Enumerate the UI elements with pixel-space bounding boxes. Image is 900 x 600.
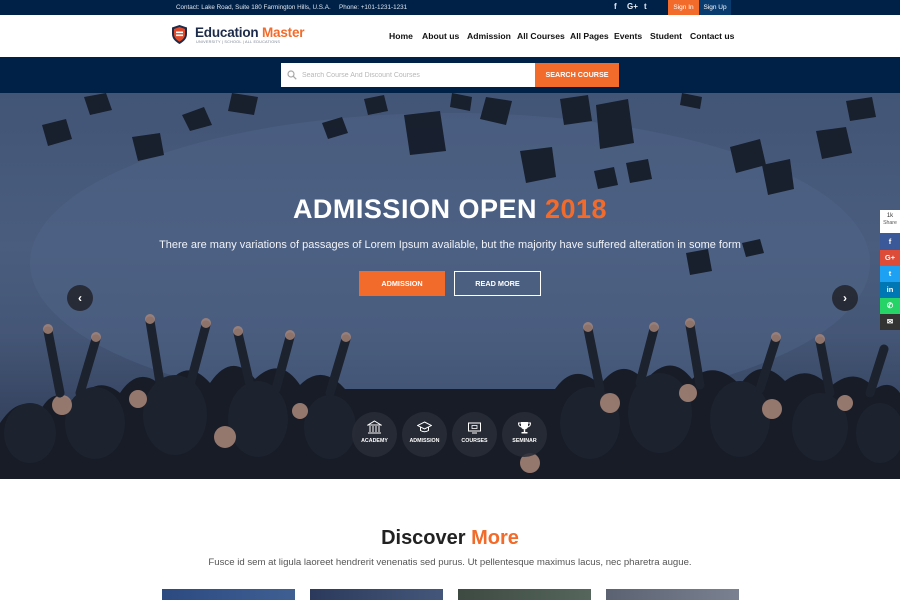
read-more-button[interactable]: READ MORE [454,271,541,296]
hero-slider: ADMISSION OPEN 2018 There are many varia… [0,93,900,479]
contact-address: Contact: Lake Road, Suite 180 Farmington… [176,4,331,11]
share-google-plus-button[interactable]: G+ [880,250,900,266]
logo-tagline: UNIVERSITY | SCHOOL | ALL EDUCATIONS [196,40,281,44]
search-input[interactable] [302,63,530,87]
nav-all-pages[interactable]: All Pages [570,31,609,41]
discover-card-image[interactable] [310,589,443,600]
twitter-icon: t [888,269,892,278]
quick-link-courses[interactable]: COURSES [452,412,497,457]
discover-card-image[interactable] [458,589,591,600]
facebook-icon[interactable]: f [614,2,617,11]
graduation-cap-icon [417,421,432,433]
share-twitter-button[interactable]: t [880,266,900,282]
hero-title: ADMISSION OPEN 2018 [0,194,900,225]
contact-phone: Phone: +101-1231-1231 [339,4,408,11]
share-count-label: Share [883,220,897,226]
twitter-icon[interactable]: t [644,2,647,11]
discover-card-image[interactable] [606,589,739,600]
logo-title-main: Education [195,25,263,40]
quick-link-admission[interactable]: ADMISSION [402,412,447,457]
discover-title-main: Discover [381,527,472,549]
whatsapp-icon: ✆ [886,301,894,310]
logo-title[interactable]: Education Master [195,25,305,40]
admission-button[interactable]: ADMISSION [359,271,445,296]
quick-link-label: COURSES [461,438,488,444]
nav-contact-us[interactable]: Contact us [690,31,734,41]
discover-card-image[interactable] [162,589,295,600]
nav-events[interactable]: Events [614,31,642,41]
nav-all-courses[interactable]: All Courses [517,31,565,41]
google-plus-icon[interactable]: G+ [627,2,638,11]
facebook-icon: f [888,237,892,246]
hero-background-image [0,93,900,479]
nav-student[interactable]: Student [650,31,682,41]
share-email-button[interactable]: ✉ [880,314,900,330]
logo-title-accent: Master [262,25,305,40]
quick-link-label: ACADEMY [361,438,388,444]
email-icon: ✉ [886,317,894,326]
share-whatsapp-button[interactable]: ✆ [880,298,900,314]
trophy-icon [517,422,532,434]
sign-in-button[interactable]: Sign In [668,0,699,15]
chevron-left-icon: ‹ [78,291,82,305]
hero-title-main: ADMISSION OPEN [292,194,545,224]
quick-link-academy[interactable]: ACADEMY [352,412,397,457]
top-bar: Contact: Lake Road, Suite 180 Farmington… [0,0,900,15]
share-count-value: 1k [886,213,894,219]
hero-subtitle: There are many variations of passages of… [159,239,741,251]
nav-home[interactable]: Home [389,31,413,41]
screen-icon [468,422,481,434]
nav-about-us[interactable]: About us [422,31,459,41]
discover-title-accent: More [471,527,519,549]
quick-link-seminar[interactable]: SEMINAR [502,412,547,457]
academy-building-icon [367,420,382,434]
quick-link-label: SEMINAR [512,438,537,444]
hero-title-year: 2018 [544,194,608,224]
main-header: Education Master UNIVERSITY | SCHOOL | A… [0,15,900,57]
discover-subtitle: Fusce id sem at ligula laoreet hendrerit… [208,557,692,568]
chevron-right-icon: › [843,291,847,305]
share-counter: 1k Share [880,210,900,233]
page: Contact: Lake Road, Suite 180 Farmington… [0,0,900,600]
share-facebook-button[interactable]: f [880,234,900,250]
discover-title: Discover More [0,527,900,550]
quick-link-label: ADMISSION [409,438,440,444]
slider-next-button[interactable]: › [832,285,858,311]
nav-admission[interactable]: Admission [467,31,511,41]
sign-up-button[interactable]: Sign Up [699,0,731,15]
linkedin-icon: in [886,285,894,294]
google-plus-icon: G+ [884,253,896,262]
logo-shield-icon[interactable] [172,25,187,44]
search-course-button[interactable]: SEARCH COURSE [535,63,619,87]
share-linkedin-button[interactable]: in [880,282,900,298]
slider-prev-button[interactable]: ‹ [67,285,93,311]
search-icon [287,70,297,80]
